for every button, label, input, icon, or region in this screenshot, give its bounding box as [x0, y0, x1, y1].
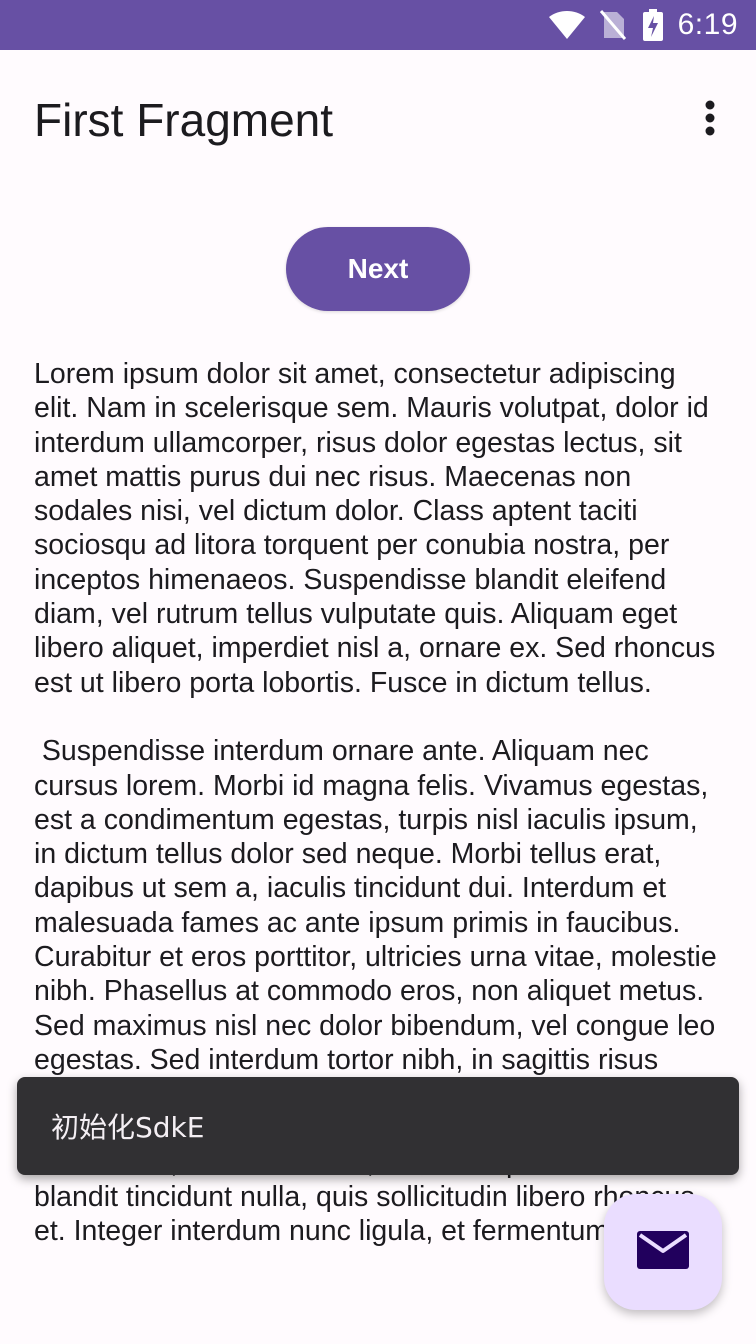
wifi-icon — [548, 10, 586, 40]
email-fab-button[interactable] — [604, 1194, 722, 1310]
snackbar: 初始化SdkE — [17, 1077, 739, 1175]
no-sim-icon — [599, 10, 626, 40]
more-vert-icon[interactable] — [686, 94, 734, 142]
page-title: First Fragment — [34, 94, 334, 146]
app-bar: First Fragment — [0, 50, 756, 190]
battery-charging-icon — [642, 9, 664, 41]
next-button[interactable]: Next — [286, 227, 470, 311]
status-time: 6:19 — [677, 8, 738, 41]
snackbar-text: 初始化SdkE — [51, 1111, 205, 1144]
email-icon — [636, 1230, 690, 1274]
status-bar: 6:19 — [0, 0, 756, 50]
screen: 6:19 First Fragment Next Lorem ipsum dol… — [0, 0, 756, 1344]
